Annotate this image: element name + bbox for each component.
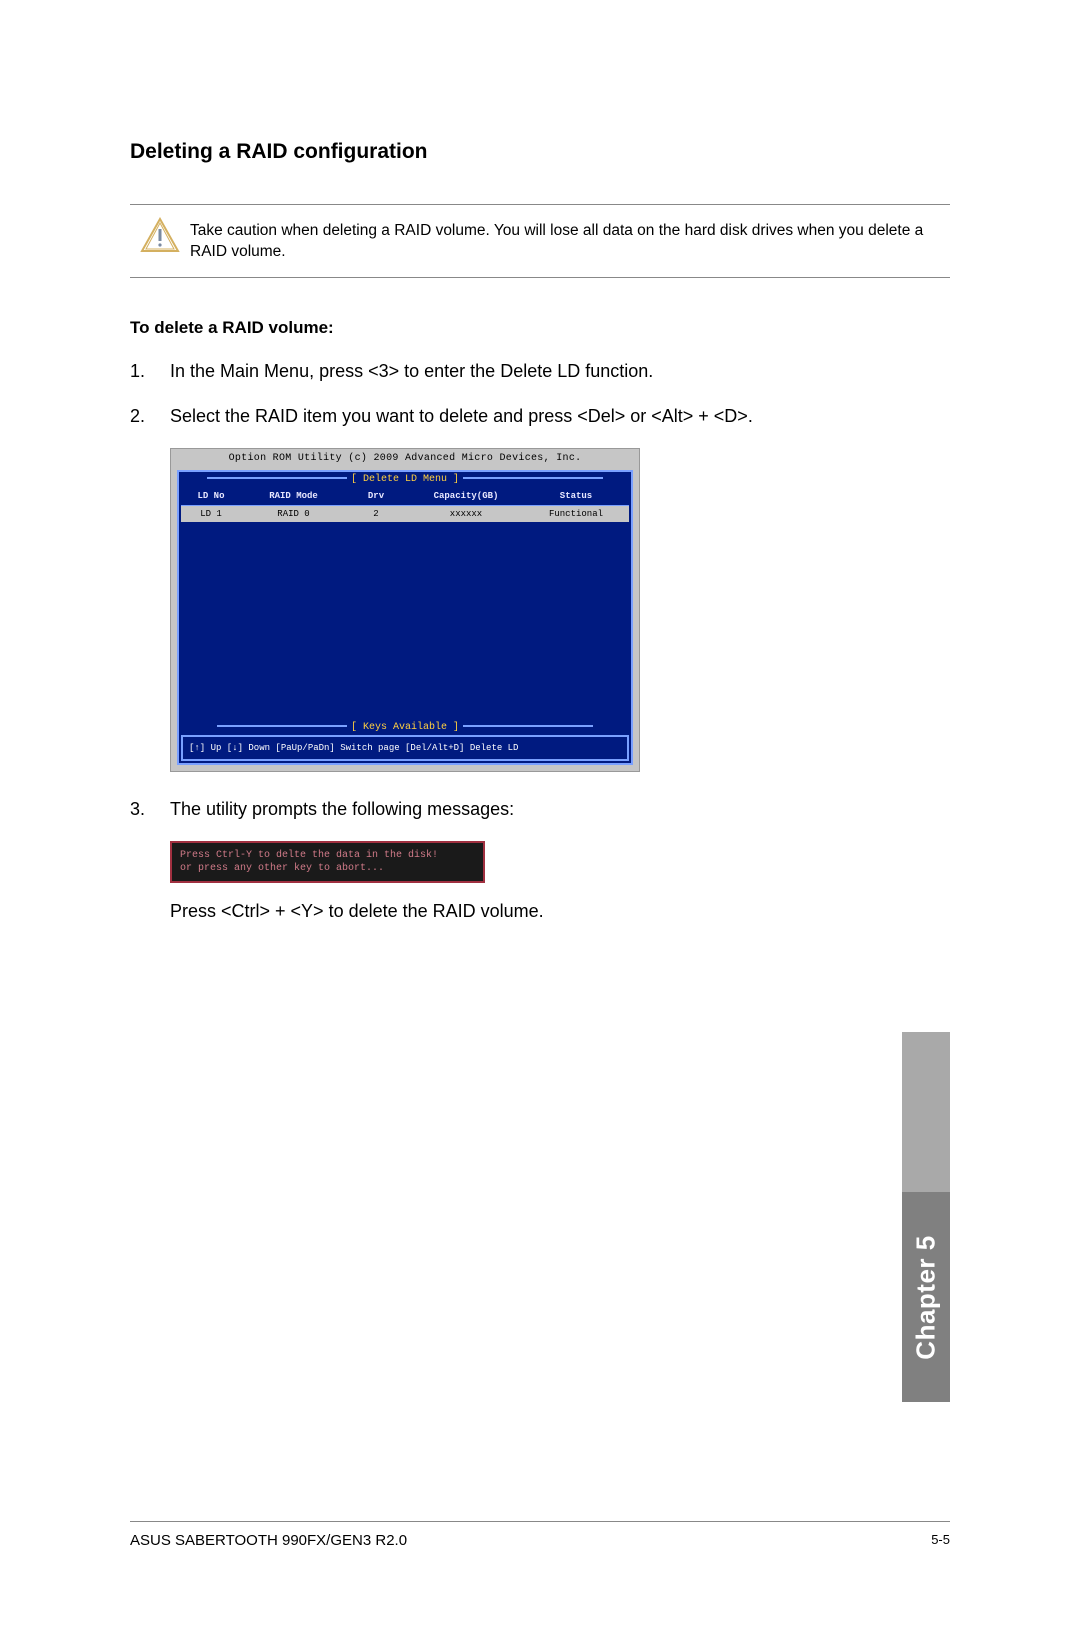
subtitle: To delete a RAID volume: bbox=[130, 318, 950, 338]
bios-keys-label: [ Keys Available ] bbox=[181, 722, 629, 733]
bios-column-headers: LD No RAID Mode Drv Capacity(GB) Status bbox=[181, 487, 629, 505]
chapter-tab: Chapter 5 bbox=[902, 1192, 950, 1402]
prompt-box: Press Ctrl-Y to delte the data in the di… bbox=[170, 841, 485, 883]
ordered-steps: 1. In the Main Menu, press <3> to enter … bbox=[130, 358, 950, 430]
hdr-raidmode: RAID Mode bbox=[241, 491, 346, 501]
bios-menu-label: [ Delete LD Menu ] bbox=[181, 474, 629, 485]
step-2: 2. Select the RAID item you want to dele… bbox=[130, 403, 950, 430]
cell-drv: 2 bbox=[346, 509, 406, 519]
cell-capacity: xxxxxx bbox=[406, 509, 526, 519]
prompt-line-2: or press any other key to abort... bbox=[180, 862, 475, 875]
caution-text: Take caution when deleting a RAID volume… bbox=[190, 217, 950, 263]
prompt-line-1: Press Ctrl-Y to delte the data in the di… bbox=[180, 849, 475, 862]
section-title: Deleting a RAID configuration bbox=[130, 140, 950, 164]
hdr-drv: Drv bbox=[346, 491, 406, 501]
step-text: Select the RAID item you want to delete … bbox=[170, 403, 950, 430]
page: Deleting a RAID configuration Take cauti… bbox=[0, 0, 1080, 1627]
footer-product: ASUS SABERTOOTH 990FX/GEN3 R2.0 bbox=[130, 1532, 407, 1549]
footer-rule bbox=[130, 1521, 950, 1522]
ordered-steps-cont: 3. The utility prompts the following mes… bbox=[130, 796, 950, 823]
step-3: 3. The utility prompts the following mes… bbox=[130, 796, 950, 823]
step-1: 1. In the Main Menu, press <3> to enter … bbox=[130, 358, 950, 385]
step-number: 3. bbox=[130, 796, 170, 823]
bios-body-empty bbox=[181, 522, 629, 722]
step-number: 1. bbox=[130, 358, 170, 385]
step-text: The utility prompts the following messag… bbox=[170, 796, 950, 823]
caution-box: Take caution when deleting a RAID volume… bbox=[130, 204, 950, 278]
hdr-ldno: LD No bbox=[181, 491, 241, 501]
bios-row: LD 1 RAID 0 2 xxxxxx Functional bbox=[181, 506, 629, 522]
cell-ldno: LD 1 bbox=[181, 509, 241, 519]
bios-keys: [↑] Up [↓] Down [PaUp/PaDn] Switch page … bbox=[181, 735, 629, 761]
chapter-tab-label: Chapter 5 bbox=[911, 1235, 942, 1359]
hdr-capacity: Capacity(GB) bbox=[406, 491, 526, 501]
cell-raidmode: RAID 0 bbox=[241, 509, 346, 519]
cell-status: Functional bbox=[526, 509, 626, 519]
step-number: 2. bbox=[130, 403, 170, 430]
bios-screenshot: Option ROM Utility (c) 2009 Advanced Mic… bbox=[170, 448, 640, 772]
bios-window: [ Delete LD Menu ] LD No RAID Mode Drv C… bbox=[177, 470, 633, 765]
warning-icon bbox=[130, 217, 190, 253]
chapter-tab-spacer bbox=[902, 1032, 950, 1192]
footer-page-number: 5-5 bbox=[931, 1532, 950, 1547]
step-3-followup: Press <Ctrl> + <Y> to delete the RAID vo… bbox=[170, 901, 950, 922]
step-text: In the Main Menu, press <3> to enter the… bbox=[170, 358, 950, 385]
hdr-status: Status bbox=[526, 491, 626, 501]
bios-title: Option ROM Utility (c) 2009 Advanced Mic… bbox=[171, 449, 639, 470]
